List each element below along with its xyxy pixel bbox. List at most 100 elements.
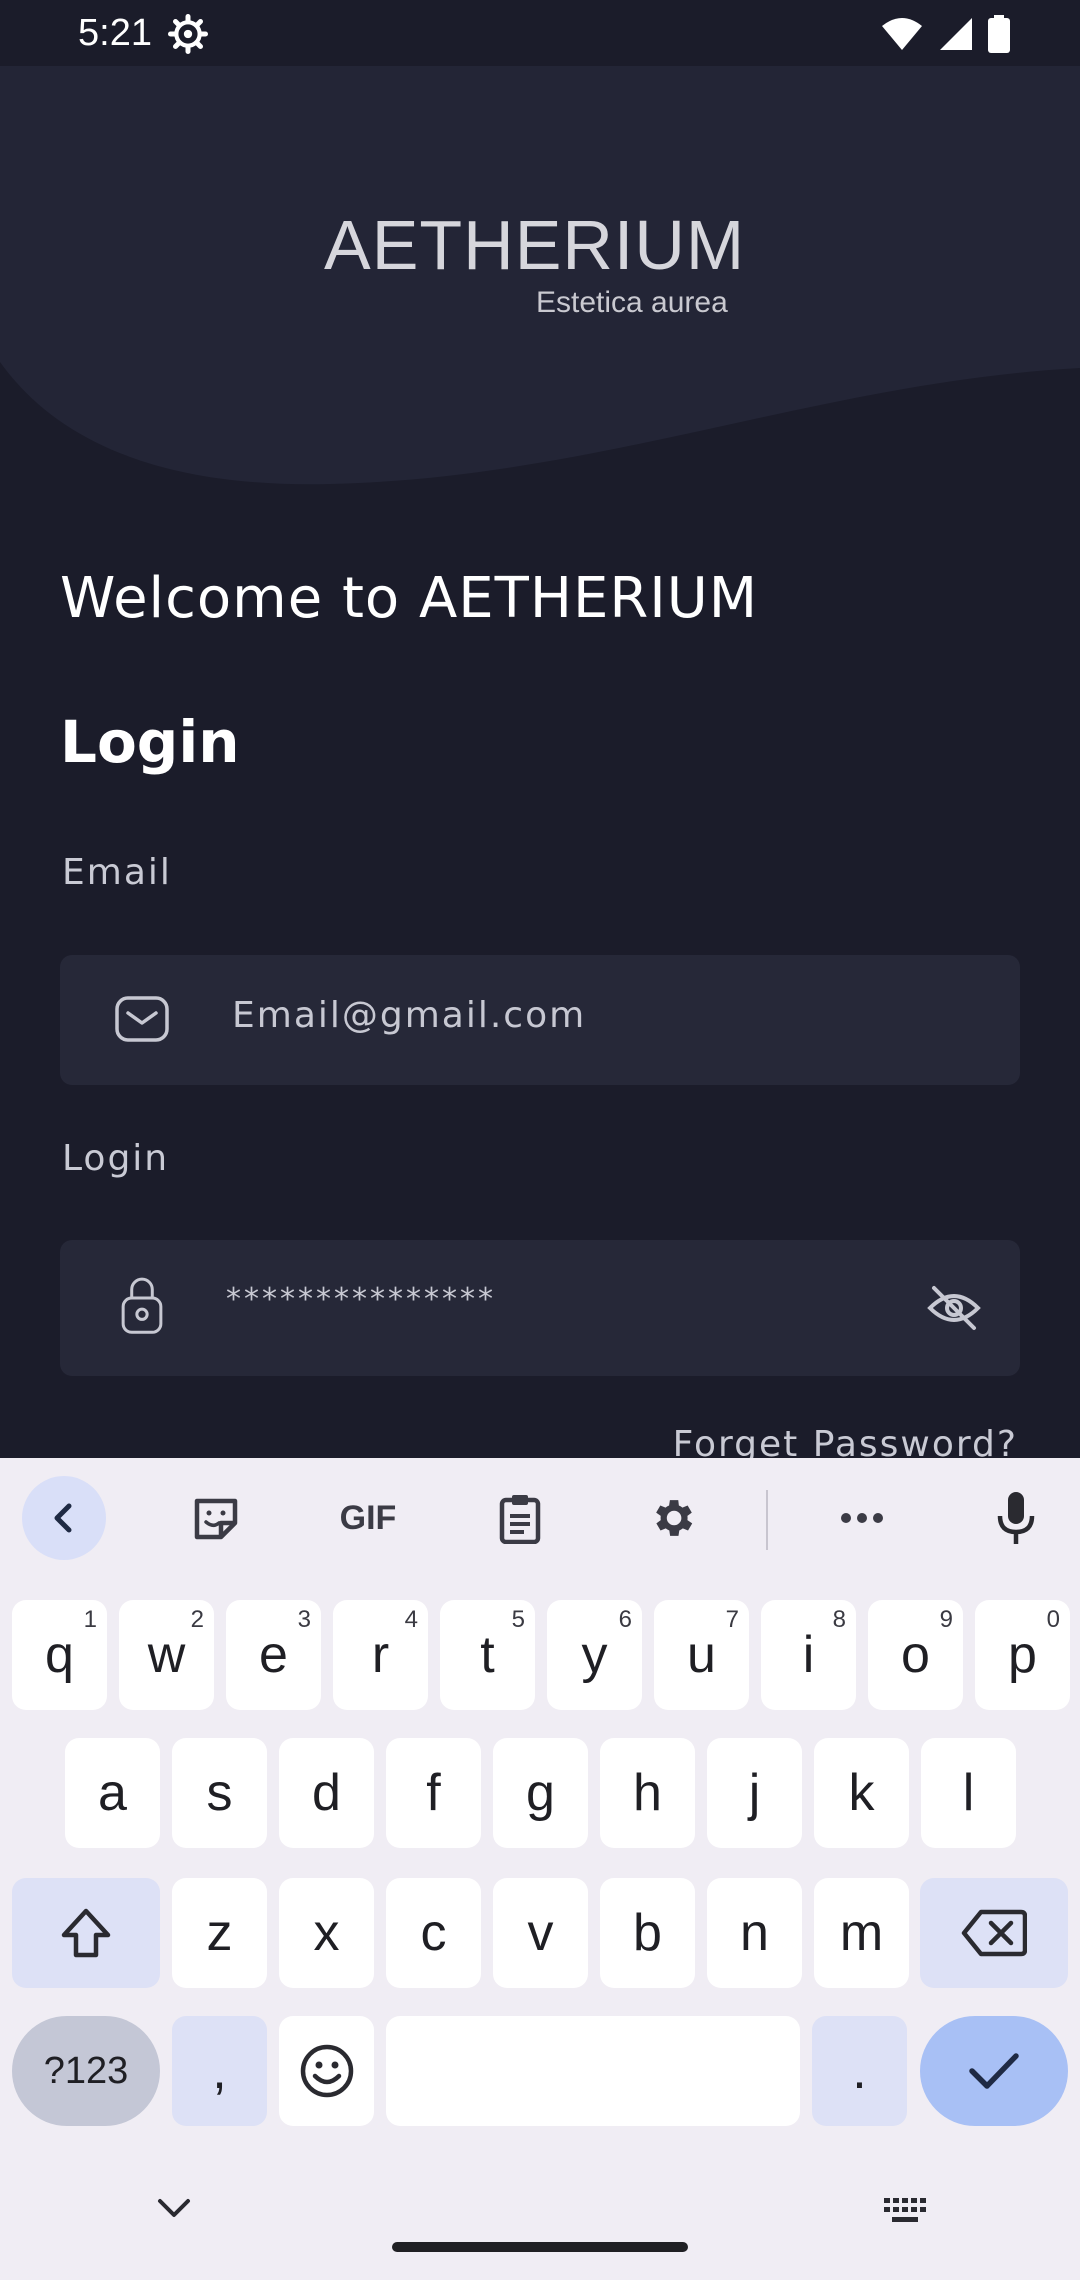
period-key[interactable]: . xyxy=(812,2016,907,2126)
welcome-heading: Welcome to AETHERIUM xyxy=(60,566,759,631)
key-a-label: a xyxy=(98,1764,127,1822)
key-f[interactable]: f xyxy=(386,1738,481,1848)
key-d[interactable]: d xyxy=(279,1738,374,1848)
key-w-hint: 2 xyxy=(190,1606,204,1633)
key-j-label: j xyxy=(748,1764,761,1822)
mic-icon[interactable] xyxy=(974,1476,1058,1560)
key-l-label: l xyxy=(962,1764,975,1822)
symbols-key-label: ?123 xyxy=(43,2049,129,2092)
settings-gear-icon xyxy=(168,14,208,54)
key-b-label: b xyxy=(633,1904,662,1962)
key-c[interactable]: c xyxy=(386,1878,481,1988)
key-o[interactable]: o9 xyxy=(868,1600,963,1710)
email-label: Email xyxy=(62,852,172,893)
shift-icon xyxy=(61,1908,111,1958)
eye-off-icon[interactable] xyxy=(926,1280,982,1336)
key-r[interactable]: r4 xyxy=(333,1600,428,1710)
key-e[interactable]: e3 xyxy=(226,1600,321,1710)
key-n[interactable]: n xyxy=(707,1878,802,1988)
clipboard-icon[interactable] xyxy=(478,1476,562,1560)
key-h-label: h xyxy=(633,1764,662,1822)
key-o-hint: 9 xyxy=(939,1606,953,1633)
login-title: Login xyxy=(60,708,240,776)
signal-icon xyxy=(940,18,972,50)
key-c-label: c xyxy=(420,1904,447,1962)
key-v[interactable]: v xyxy=(493,1878,588,1988)
key-y[interactable]: y6 xyxy=(547,1600,642,1710)
key-i[interactable]: i8 xyxy=(761,1600,856,1710)
key-i-hint: 8 xyxy=(832,1606,846,1633)
key-e-hint: 3 xyxy=(297,1606,311,1633)
password-field[interactable]: *************** xyxy=(60,1240,1020,1376)
key-i-label: i xyxy=(802,1626,815,1684)
key-g-label: g xyxy=(526,1764,555,1822)
key-x[interactable]: x xyxy=(279,1878,374,1988)
key-z-label: z xyxy=(206,1904,233,1962)
password-label: Login xyxy=(62,1138,170,1179)
key-t-label: t xyxy=(480,1626,495,1684)
space-key[interactable] xyxy=(386,2016,800,2126)
key-y-label: y xyxy=(581,1626,608,1684)
keyboard-switch-icon[interactable] xyxy=(884,2198,928,2224)
key-s-label: s xyxy=(206,1764,233,1822)
key-m[interactable]: m xyxy=(814,1878,909,1988)
gif-label: GIF xyxy=(339,1498,397,1537)
key-v-label: v xyxy=(527,1904,554,1962)
back-icon[interactable] xyxy=(22,1476,106,1560)
key-a[interactable]: a xyxy=(65,1738,160,1848)
key-p-hint: 0 xyxy=(1046,1606,1060,1633)
password-value: *************** xyxy=(226,1282,496,1317)
key-u[interactable]: u7 xyxy=(654,1600,749,1710)
email-field[interactable]: Email@gmail.com xyxy=(60,955,1020,1085)
key-x-label: x xyxy=(313,1904,340,1962)
key-k-label: k xyxy=(848,1764,875,1822)
key-u-label: u xyxy=(687,1626,716,1684)
lock-icon xyxy=(121,1277,163,1334)
key-t[interactable]: t5 xyxy=(440,1600,535,1710)
sticker-icon[interactable] xyxy=(174,1476,258,1560)
key-t-hint: 5 xyxy=(511,1606,525,1633)
home-gesture-bar[interactable] xyxy=(392,2242,688,2252)
key-k[interactable]: k xyxy=(814,1738,909,1848)
key-b[interactable]: b xyxy=(600,1878,695,1988)
keyboard-toolbar: GIF xyxy=(0,1458,1080,1578)
settings-icon[interactable] xyxy=(630,1476,714,1560)
key-p[interactable]: p0 xyxy=(975,1600,1070,1710)
soft-keyboard: GIF q 1 w 2 e 3 r 4 t 5 y 6 u 7 i 8 o 9 … xyxy=(0,1458,1080,2280)
period-key-label: . xyxy=(852,2042,867,2100)
key-s[interactable]: s xyxy=(172,1738,267,1848)
key-y-hint: 6 xyxy=(618,1606,632,1633)
check-icon xyxy=(969,2053,1019,2089)
key-g[interactable]: g xyxy=(493,1738,588,1848)
symbols-key[interactable]: ?123 xyxy=(12,2016,160,2126)
key-m-label: m xyxy=(839,1904,884,1962)
backspace-key[interactable] xyxy=(920,1878,1068,1988)
comma-key-label: , xyxy=(212,2042,227,2100)
key-l[interactable]: l xyxy=(921,1738,1016,1848)
battery-icon xyxy=(988,15,1010,53)
enter-key[interactable] xyxy=(920,2016,1068,2126)
key-r-label: r xyxy=(371,1626,390,1684)
comma-key[interactable]: , xyxy=(172,2016,267,2126)
brand-tagline: Estetica aurea xyxy=(536,286,728,319)
backspace-icon xyxy=(961,1909,1027,1957)
gif-button[interactable]: GIF xyxy=(326,1476,410,1560)
key-z[interactable]: z xyxy=(172,1878,267,1988)
key-u-hint: 7 xyxy=(725,1606,739,1633)
emoji-key[interactable] xyxy=(279,2016,374,2126)
hide-keyboard-chevron-icon[interactable] xyxy=(156,2196,192,2220)
key-n-label: n xyxy=(740,1904,769,1962)
key-f-label: f xyxy=(426,1764,441,1822)
shift-key[interactable] xyxy=(12,1878,160,1988)
toolbar-divider xyxy=(766,1490,768,1550)
key-h[interactable]: h xyxy=(600,1738,695,1848)
key-q[interactable]: q1 xyxy=(12,1600,107,1710)
key-q-hint: 1 xyxy=(83,1606,97,1633)
status-time: 5:21 xyxy=(78,12,152,54)
key-w[interactable]: w2 xyxy=(119,1600,214,1710)
key-e-label: e xyxy=(259,1626,288,1684)
mail-icon xyxy=(115,996,169,1042)
key-j[interactable]: j xyxy=(707,1738,802,1848)
key-w-label: w xyxy=(147,1626,186,1684)
more-icon[interactable] xyxy=(820,1476,904,1560)
